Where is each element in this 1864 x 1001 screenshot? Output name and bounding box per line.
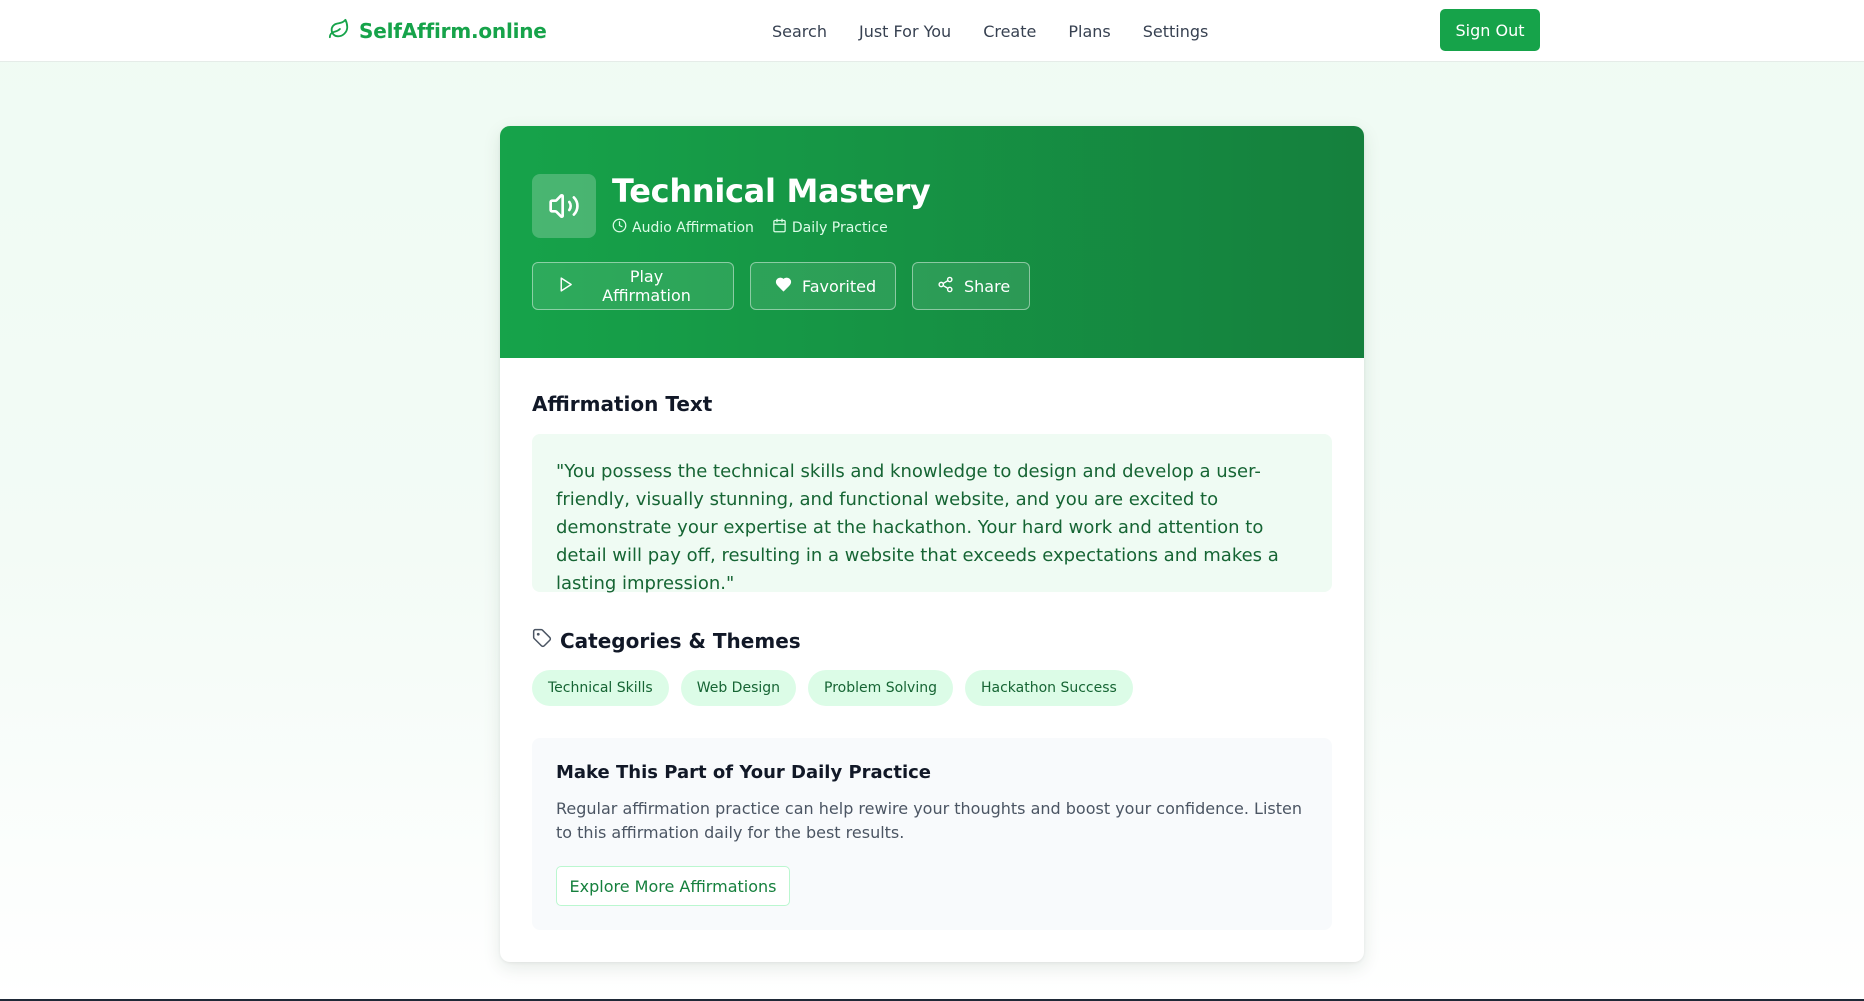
top-navigation-bar: SelfAffirm.online Search Just For You Cr…	[0, 0, 1864, 62]
clock-icon	[612, 218, 627, 237]
speaker-icon	[532, 174, 596, 238]
play-icon	[557, 276, 574, 297]
nav-settings[interactable]: Settings	[1143, 22, 1209, 41]
brand-logo-link[interactable]: SelfAffirm.online	[328, 14, 547, 48]
affirmation-card: Technical Mastery Audio Affirmation Dail…	[500, 126, 1364, 962]
main-nav: Search Just For You Create Plans Setting…	[772, 18, 1208, 44]
categories-heading-label: Categories & Themes	[560, 628, 801, 653]
affirmation-meta: Audio Affirmation Daily Practice	[612, 218, 888, 237]
meta-type: Audio Affirmation	[612, 218, 754, 237]
share-button[interactable]: Share	[912, 262, 1030, 310]
meta-type-label: Audio Affirmation	[632, 219, 754, 236]
categories-heading: Categories & Themes	[532, 628, 801, 653]
category-chip[interactable]: Problem Solving	[808, 670, 953, 706]
nav-just-for-you[interactable]: Just For You	[859, 22, 951, 41]
affirmation-text-heading: Affirmation Text	[532, 392, 713, 416]
affirmation-header: Technical Mastery Audio Affirmation Dail…	[500, 126, 1364, 358]
nav-plans[interactable]: Plans	[1068, 22, 1110, 41]
daily-practice-heading: Make This Part of Your Daily Practice	[556, 762, 932, 783]
meta-frequency-label: Daily Practice	[791, 219, 888, 236]
sign-out-button[interactable]: Sign Out	[1440, 9, 1540, 51]
favorite-label: Favorited	[802, 276, 877, 296]
affirmation-title: Technical Mastery	[612, 172, 931, 210]
explore-more-button[interactable]: Explore More Affirmations	[556, 866, 790, 906]
nav-search[interactable]: Search	[772, 22, 827, 41]
share-icon	[937, 276, 954, 297]
play-affirmation-button[interactable]: Play Affirmation	[532, 262, 734, 310]
daily-practice-body: Regular affirmation practice can help re…	[556, 799, 1302, 842]
daily-practice-panel: Make This Part of Your Daily Practice Re…	[532, 738, 1332, 930]
category-chip[interactable]: Hackathon Success	[964, 670, 1133, 706]
brand-name: SelfAffirm.online	[359, 19, 547, 43]
nav-create[interactable]: Create	[983, 22, 1036, 41]
leaf-icon	[328, 18, 350, 44]
category-chip[interactable]: Web Design	[680, 670, 797, 706]
meta-frequency: Daily Practice	[772, 218, 888, 237]
tag-icon	[532, 628, 552, 653]
share-label: Share	[964, 276, 1011, 296]
play-affirmation-label: Play Affirmation	[602, 267, 691, 305]
calendar-icon	[772, 218, 787, 237]
affirmation-text: "You possess the technical skills and kn…	[532, 434, 1332, 594]
favorite-button[interactable]: Favorited	[750, 262, 896, 310]
affirmation-actions: Play Affirmation Favorited Share	[532, 262, 1030, 310]
category-chips: Technical Skills Web Design Problem Solv…	[532, 670, 1133, 706]
heart-icon	[775, 276, 792, 297]
category-chip[interactable]: Technical Skills	[532, 670, 669, 706]
